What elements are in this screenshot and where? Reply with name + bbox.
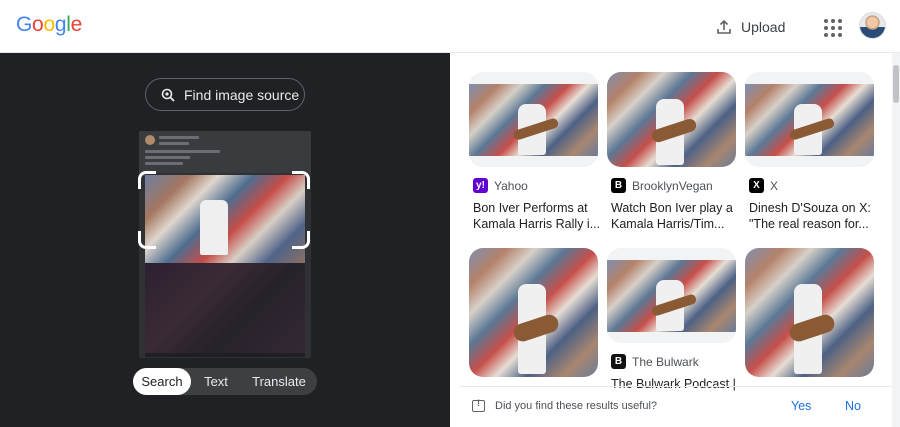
- source-name: X: [770, 178, 779, 193]
- yahoo-icon: y!: [473, 178, 488, 193]
- result-title[interactable]: Bon Iver Performs at Kamala Harris Rally…: [473, 200, 601, 232]
- result-card[interactable]: [745, 248, 875, 378]
- logo-letter: o: [43, 13, 55, 36]
- logo-letter: e: [70, 13, 83, 36]
- result-thumbnail[interactable]: [745, 72, 874, 167]
- google-logo[interactable]: Google: [16, 13, 82, 37]
- tab-translate[interactable]: Translate: [241, 368, 317, 395]
- find-image-source-button[interactable]: Find image source: [145, 78, 305, 111]
- result-title[interactable]: Dinesh D'Souza on X: "The real reason fo…: [749, 200, 877, 232]
- logo-letter: o: [32, 13, 44, 36]
- result-image: [469, 84, 598, 156]
- title-line: Dinesh D'Souza on X:: [749, 201, 871, 215]
- result-card[interactable]: y! Yahoo Bon Iver Performs at Kamala Har…: [469, 72, 601, 237]
- result-thumbnail[interactable]: [469, 248, 598, 377]
- scrollbar-thumb[interactable]: [893, 65, 899, 103]
- avatar[interactable]: [859, 12, 886, 39]
- video-controls-bar: [145, 353, 305, 357]
- result-image: [607, 72, 736, 167]
- top-bar: Google Upload: [0, 0, 900, 53]
- result-source: B The Bulwark: [611, 354, 699, 369]
- crop-handle-top-right[interactable]: [292, 171, 310, 189]
- result-source: B BrooklynVegan: [611, 178, 713, 193]
- feedback-yes-button[interactable]: Yes: [791, 399, 811, 413]
- title-line: Kamala Harris Rally i...: [473, 217, 601, 231]
- result-card[interactable]: [469, 248, 599, 378]
- uploaded-image-preview: [139, 131, 311, 358]
- result-image: [607, 260, 736, 332]
- title-line: Bon Iver Performs at: [473, 201, 588, 215]
- brooklynvegan-icon: B: [611, 178, 626, 193]
- tab-text[interactable]: Text: [191, 368, 241, 395]
- tweet-text-line: [145, 150, 220, 153]
- result-thumbnail[interactable]: [607, 72, 736, 167]
- feedback-icon: [472, 398, 485, 412]
- title-line: "The real reason for...: [749, 217, 869, 231]
- title-line: Kamala Harris/Tim...: [611, 217, 725, 231]
- bulwark-icon: B: [611, 354, 626, 369]
- lens-search-icon: [161, 88, 175, 102]
- upload-label: Upload: [741, 19, 786, 35]
- crowd-photo: [145, 175, 305, 263]
- crop-handle-bottom-left[interactable]: [138, 231, 156, 249]
- feedback-question: Did you find these results useful?: [495, 400, 658, 412]
- tweet-text-line: [159, 136, 199, 139]
- result-title[interactable]: Watch Bon Iver play a Kamala Harris/Tim.…: [611, 200, 739, 232]
- source-name: BrooklynVegan: [632, 178, 713, 193]
- tweet-text-line: [159, 142, 189, 145]
- x-icon: X: [749, 178, 764, 193]
- tweet-header: [139, 131, 311, 173]
- source-name: The Bulwark: [632, 354, 699, 369]
- result-source: X X: [749, 178, 778, 193]
- apps-grid-icon[interactable]: [822, 17, 842, 37]
- result-image: [745, 84, 874, 156]
- scrollbar[interactable]: [892, 53, 900, 427]
- dimmed-photo-area: [145, 263, 305, 353]
- result-thumbnail[interactable]: [745, 248, 874, 377]
- result-image: [469, 248, 598, 377]
- search-mode-tabs: Search Text Translate: [133, 368, 317, 395]
- crop-handle-bottom-right[interactable]: [292, 231, 310, 249]
- upload-icon: [717, 19, 731, 34]
- result-thumbnail[interactable]: [607, 248, 736, 343]
- result-card[interactable]: X X Dinesh D'Souza on X: "The real reaso…: [745, 72, 875, 237]
- result-card[interactable]: B BrooklynVegan Watch Bon Iver play a Ka…: [607, 72, 737, 237]
- result-card[interactable]: B The Bulwark The Bulwark Podcast |: [607, 248, 737, 391]
- tweet-text-line: [145, 156, 190, 159]
- logo-letter: g: [54, 13, 67, 36]
- image-preview-panel: Find image source Search Text Translate: [0, 53, 450, 427]
- crop-handle-top-left[interactable]: [138, 171, 156, 189]
- logo-letter: G: [16, 13, 33, 36]
- tab-search[interactable]: Search: [133, 368, 191, 395]
- upload-button[interactable]: Upload: [716, 14, 785, 40]
- result-source: y! Yahoo: [473, 178, 528, 193]
- source-name: Yahoo: [494, 178, 528, 193]
- feedback-no-button[interactable]: No: [845, 399, 861, 413]
- result-image: [745, 248, 874, 377]
- title-line: Watch Bon Iver play a: [611, 201, 733, 215]
- result-thumbnail[interactable]: [469, 72, 598, 167]
- results-feedback: Did you find these results useful? Yes N…: [470, 386, 870, 426]
- tweet-avatar: [145, 135, 155, 145]
- find-source-label: Find image source: [184, 86, 300, 103]
- tweet-text-line: [145, 162, 183, 165]
